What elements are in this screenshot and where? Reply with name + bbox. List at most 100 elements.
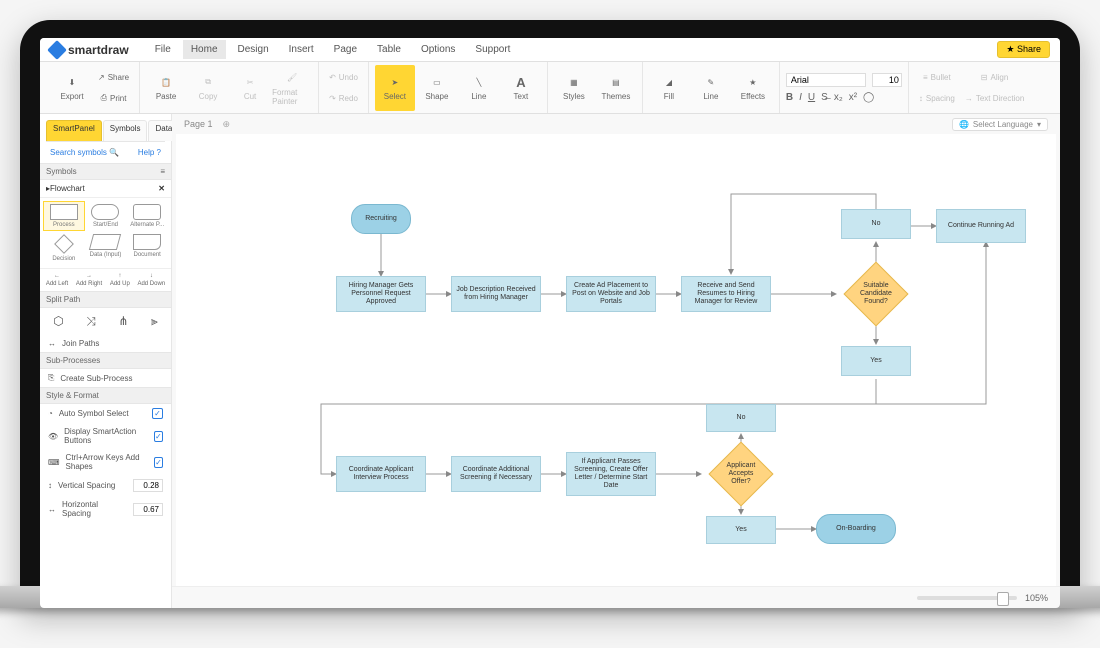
line-icon: ╲ [471, 74, 487, 90]
font-size-input[interactable] [872, 73, 902, 87]
node-offer[interactable]: If Applicant Passes Screening, Create Of… [566, 452, 656, 496]
split-1-button[interactable]: ⬡ [53, 314, 63, 329]
help-link[interactable]: Help ? [138, 148, 161, 157]
menu-options[interactable]: Options [413, 40, 463, 59]
node-no1[interactable]: No [841, 209, 911, 239]
underline-button[interactable]: U [808, 92, 815, 103]
italic-button[interactable]: I [799, 92, 802, 103]
symbol-alternate[interactable]: Alternate P... [127, 202, 167, 230]
node-yes2[interactable]: Yes [706, 516, 776, 544]
add-down-button[interactable]: ↓Add Down [137, 273, 165, 287]
close-category-button[interactable]: ✕ [158, 184, 165, 193]
tab-smartpanel[interactable]: SmartPanel [46, 120, 102, 141]
app-logo: smartdraw [50, 43, 129, 57]
symbol-category[interactable]: ▸ Flowchart✕ [40, 180, 171, 198]
node-yes1[interactable]: Yes [841, 346, 911, 376]
logo-icon [47, 40, 67, 60]
text-tool-button[interactable]: AText [501, 65, 541, 111]
opt-auto-symbol[interactable]: ◔ Auto Symbol Select✓ [40, 404, 171, 423]
node-ad[interactable]: Create Ad Placement to Post on Website a… [566, 276, 656, 312]
spacing-button[interactable]: ↕ Spacing [915, 88, 959, 108]
hspacing-row: ↔ Horizontal Spacing [40, 496, 171, 522]
menu-icon[interactable]: ≡ [160, 167, 165, 176]
drawing-canvas[interactable]: Recruiting Hiring Manager Gets Personnel… [176, 134, 1056, 586]
node-suitable[interactable]: Suitable Candidate Found? [843, 261, 908, 326]
zoom-value[interactable]: 105% [1025, 593, 1048, 603]
undo-button[interactable]: ↶ Undo [325, 67, 362, 87]
node-continue[interactable]: Continue Running Ad [936, 209, 1026, 243]
split-4-button[interactable]: ⫸ [151, 314, 158, 329]
node-recruiting[interactable]: Recruiting [351, 204, 411, 234]
bullet-button[interactable]: ≡ Bullet [915, 67, 959, 87]
tab-symbols[interactable]: Symbols [103, 120, 148, 141]
share-button[interactable]: ★ Share [997, 41, 1050, 58]
node-screening[interactable]: Coordinate Additional Screening if Neces… [451, 456, 541, 492]
vspacing-input[interactable] [133, 479, 163, 492]
shape-tool-button[interactable]: ▭Shape [417, 65, 457, 111]
node-no2[interactable]: No [706, 404, 776, 432]
symbol-decision[interactable]: Decision [44, 232, 84, 264]
superscript-button[interactable]: x² [849, 92, 857, 103]
hspacing-input[interactable] [133, 503, 163, 516]
node-jobdesc[interactable]: Job Description Received from Hiring Man… [451, 276, 541, 312]
split-2-button[interactable]: ⤨ [86, 314, 96, 329]
share-small-button[interactable]: ↗ Share [94, 67, 133, 87]
menu-table[interactable]: Table [369, 40, 409, 59]
zoom-slider[interactable] [917, 596, 1017, 600]
add-page-button[interactable]: ⊕ [223, 119, 231, 130]
fill-button[interactable]: ◢Fill [649, 65, 689, 111]
ribbon-toolbar: ⬇Export ↗ Share ⎙ Print 📋Paste ⧉Copy ✂Cu… [40, 62, 1060, 114]
subprocess-header: Sub-Processes [40, 352, 171, 369]
themes-button[interactable]: ▤Themes [596, 65, 636, 111]
line-tool-button[interactable]: ╲Line [459, 65, 499, 111]
redo-button[interactable]: ↷ Redo [325, 88, 362, 108]
split-3-button[interactable]: ⋔ [118, 314, 128, 329]
opt-smartaction[interactable]: 👁 Display SmartAction Buttons✓ [40, 423, 171, 449]
language-select[interactable]: 🌐 Select Language ▾ [952, 118, 1048, 131]
strike-button[interactable]: S̶ [821, 92, 828, 103]
join-paths-button[interactable]: ↔ Join Paths [40, 335, 171, 352]
create-subprocess-button[interactable]: ⎘ Create Sub-Process [40, 369, 171, 387]
symbols-header: Symbols≡ [40, 163, 171, 180]
print-button[interactable]: ⎙ Print [94, 88, 133, 108]
symbol-startend[interactable]: Start/End [86, 202, 126, 230]
opt-ctrl-arrow[interactable]: ⌨ Ctrl+Arrow Keys Add Shapes✓ [40, 449, 171, 475]
menu-page[interactable]: Page [326, 40, 365, 59]
symbol-process[interactable]: Process [44, 202, 84, 230]
paste-icon: 📋 [158, 74, 174, 90]
add-right-button[interactable]: →Add Right [76, 273, 102, 287]
subscript-button[interactable]: x₂ [834, 92, 843, 103]
font-select[interactable] [786, 73, 866, 87]
vspacing-row: ↕ Vertical Spacing [40, 475, 171, 496]
format-painter-button[interactable]: 🖌Format Painter [272, 65, 312, 111]
node-onboarding[interactable]: On-Boarding [816, 514, 896, 544]
symbol-data[interactable]: Data (Input) [86, 232, 126, 264]
line-style-button[interactable]: ✎Line [691, 65, 731, 111]
menu-insert[interactable]: Insert [281, 40, 322, 59]
pen-icon: ✎ [703, 74, 719, 90]
menu-design[interactable]: Design [230, 40, 277, 59]
search-symbols-link[interactable]: Search symbols 🔍 [50, 148, 119, 157]
paste-button[interactable]: 📋Paste [146, 65, 186, 111]
align-button[interactable]: ⊟ Align [961, 67, 1028, 87]
node-accepts[interactable]: Applicant Accepts Offer? [708, 441, 773, 506]
menu-home[interactable]: Home [183, 40, 226, 59]
add-left-button[interactable]: ←Add Left [46, 273, 68, 287]
select-tool-button[interactable]: ➤Select [375, 65, 415, 111]
styles-button[interactable]: ▦Styles [554, 65, 594, 111]
symbol-document[interactable]: Document [127, 232, 167, 264]
export-button[interactable]: ⬇Export [52, 65, 92, 111]
node-interview[interactable]: Coordinate Applicant Interview Process [336, 456, 426, 492]
effects-button[interactable]: ★Effects [733, 65, 773, 111]
text-color-button[interactable]: ◯ [863, 92, 874, 103]
cut-button[interactable]: ✂Cut [230, 65, 270, 111]
add-up-button[interactable]: ↑Add Up [110, 273, 130, 287]
page-1-tab[interactable]: Page 1 [184, 119, 213, 129]
menu-file[interactable]: File [147, 40, 179, 59]
copy-button[interactable]: ⧉Copy [188, 65, 228, 111]
menu-support[interactable]: Support [467, 40, 518, 59]
node-resumes[interactable]: Receive and Send Resumes to Hiring Manag… [681, 276, 771, 312]
node-approve[interactable]: Hiring Manager Gets Personnel Request Ap… [336, 276, 426, 312]
text-direction-button[interactable]: → Text Direction [961, 88, 1028, 108]
bold-button[interactable]: B [786, 92, 793, 103]
